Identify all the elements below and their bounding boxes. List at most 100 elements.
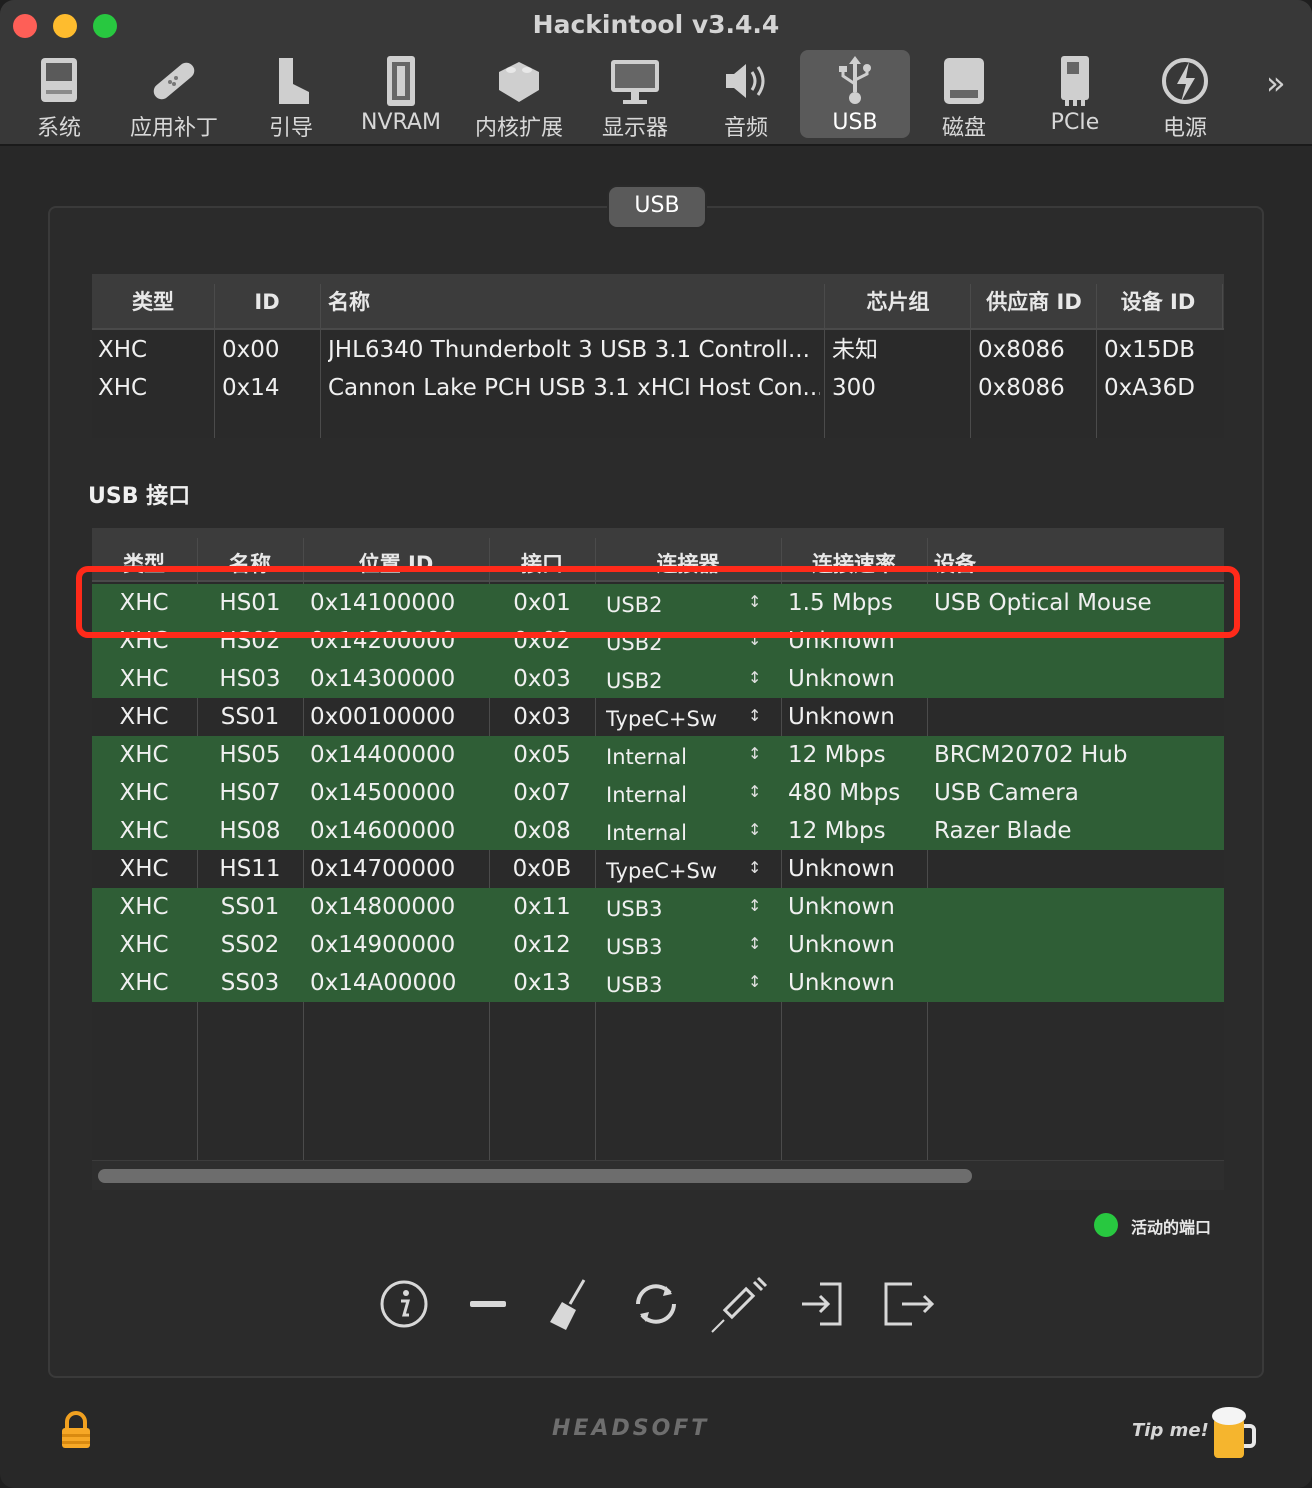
hackintool-window: Hackintool v3.4.4 系统 应用补丁 引导 NVRAM 内核扩展 … — [0, 0, 1312, 1488]
port-row[interactable]: XHC HS08 0x14600000 0x08 Internal 12 Mbps Raze… — [92, 812, 1224, 850]
toolbar-item-kext[interactable]: 内核扩展 — [464, 50, 574, 141]
chevron-updown-icon[interactable]: ↕ — [748, 812, 761, 850]
port-row[interactable]: XHC HS07 0x14500000 0x07 Internal 480 Mbps USB… — [92, 774, 1224, 812]
tip-me-label[interactable]: Tip me! — [1132, 1420, 1209, 1441]
highlight-box — [76, 566, 1240, 638]
port-connector-select[interactable]: Internal — [606, 738, 756, 776]
port-row[interactable]: XHC SS01 0x00100000 0x03 TypeC+Sw Unknown ↕ — [92, 698, 1224, 736]
controller-row[interactable]: XHC 0x14 Cannon Lake PCH USB 3.1 xHCI Ho… — [92, 369, 1224, 407]
column-header-name[interactable]: 名称 — [328, 274, 818, 330]
port-connector-select[interactable]: TypeC+Sw — [606, 700, 756, 738]
chevron-updown-icon[interactable]: ↕ — [748, 660, 761, 698]
port-connector-select[interactable]: TypeC+Sw — [606, 852, 756, 890]
controllers-table-header: 类型 ID 名称 芯片组 供应商 ID 设备 ID — [92, 274, 1224, 330]
scrollbar-thumb[interactable] — [98, 1169, 972, 1183]
port-name: SS01 — [220, 704, 280, 730]
controller-row[interactable]: XHC 0x00 JHL6340 Thunderbolt 3 USB 3.1 C… — [92, 331, 1224, 369]
port-row[interactable]: XHC HS05 0x14400000 0x05 Internal 12 Mbps BRCM… — [92, 736, 1224, 774]
toolbar-item-display[interactable]: 显示器 — [584, 50, 686, 141]
port-number: 0x07 — [513, 780, 571, 806]
port-connector-select[interactable]: USB3 — [606, 890, 756, 928]
port-location-id: 0x14300000 — [310, 666, 456, 692]
column-header-device-id[interactable]: 设备 ID — [1097, 274, 1219, 330]
controller-device-id: 0xA36D — [1104, 375, 1195, 401]
chevron-updown-icon[interactable]: ↕ — [748, 774, 761, 812]
port-device — [934, 964, 1218, 1002]
port-row[interactable]: XHC HS03 0x14300000 0x03 USB2 Unknown ↕ — [92, 660, 1224, 698]
port-row[interactable]: XHC HS11 0x14700000 0x0B TypeC+Sw Unknown ↕ — [92, 850, 1224, 888]
controller-name: JHL6340 Thunderbolt 3 USB 3.1 Controll..… — [328, 337, 810, 363]
toolbar-item-audio[interactable]: 音频 — [696, 50, 796, 141]
port-row[interactable]: XHC SS01 0x14800000 0x11 USB3 Unknown ↕ — [92, 888, 1224, 926]
port-type: XHC — [119, 666, 169, 692]
port-location-id: 0x14900000 — [310, 932, 456, 958]
port-device: Razer Blade — [934, 818, 1072, 844]
display-icon — [611, 60, 659, 104]
controller-type: XHC — [98, 375, 148, 401]
import-icon[interactable] — [794, 1274, 854, 1334]
toolbar-overflow-button[interactable]: » — [1266, 64, 1286, 102]
chevron-updown-icon[interactable]: ↕ — [748, 926, 761, 964]
toolbar-item-nvram[interactable]: NVRAM — [350, 50, 452, 138]
active-port-indicator — [1094, 1213, 1118, 1237]
column-header-type[interactable]: 类型 — [92, 274, 214, 330]
inject-icon[interactable] — [710, 1274, 770, 1334]
port-number: 0x05 — [513, 742, 571, 768]
info-icon[interactable] — [374, 1274, 434, 1334]
export-icon[interactable] — [878, 1274, 938, 1334]
port-connector-select[interactable]: USB3 — [606, 966, 756, 1004]
toolbar-item-patch[interactable]: 应用补丁 — [118, 50, 230, 141]
port-location-id: 0x14600000 — [310, 818, 456, 844]
column-header-id[interactable]: ID — [214, 274, 320, 330]
boot-icon — [279, 58, 309, 104]
refresh-icon[interactable] — [626, 1274, 686, 1334]
chevron-updown-icon[interactable]: ↕ — [748, 736, 761, 774]
column-divider — [1222, 284, 1223, 330]
toolbar-item-pcie[interactable]: PCIe — [1024, 50, 1126, 138]
clear-icon[interactable] — [540, 1274, 600, 1334]
active-port-legend-label: 活动的端口 — [1131, 1218, 1212, 1237]
lock-icon[interactable] — [58, 1410, 94, 1450]
port-speed: Unknown — [788, 894, 895, 920]
port-device — [934, 926, 1218, 964]
toolbar-item-power[interactable]: 电源 — [1134, 50, 1236, 141]
controller-chipset: 未知 — [832, 337, 878, 363]
port-speed: Unknown — [788, 932, 895, 958]
port-row[interactable]: XHC SS02 0x14900000 0x12 USB3 Unknown ↕ — [92, 926, 1224, 964]
port-connector-select[interactable]: USB2 — [606, 662, 756, 700]
port-number: 0x12 — [513, 932, 571, 958]
port-location-id: 0x14500000 — [310, 780, 456, 806]
headsoft-logo: HEADSOFT — [552, 1416, 710, 1441]
controllers-table[interactable]: 类型 ID 名称 芯片组 供应商 ID 设备 ID XHC 0x00 JHL63… — [92, 274, 1224, 438]
chevron-updown-icon[interactable]: ↕ — [748, 888, 761, 926]
controller-id: 0x00 — [222, 337, 280, 363]
toolbar-label: NVRAM — [361, 110, 441, 135]
chevron-updown-icon[interactable]: ↕ — [748, 964, 761, 1002]
chevron-updown-icon[interactable]: ↕ — [748, 698, 761, 736]
window-title: Hackintool v3.4.4 — [532, 10, 780, 39]
port-row[interactable]: XHC SS03 0x14A00000 0x13 USB3 Unknown ↕ — [92, 964, 1224, 1002]
controller-chipset: 300 — [832, 375, 876, 401]
port-connector-select[interactable]: Internal — [606, 776, 756, 814]
toolbar-item-usb[interactable]: USB — [800, 50, 910, 138]
port-name: SS01 — [220, 894, 280, 920]
port-connector-select[interactable]: USB3 — [606, 928, 756, 966]
horizontal-scrollbar[interactable] — [92, 1160, 1224, 1190]
port-name: SS03 — [220, 970, 280, 996]
chevron-updown-icon[interactable]: ↕ — [748, 850, 761, 888]
toolbar-label: 显示器 — [601, 116, 668, 141]
toolbar-item-disk[interactable]: 磁盘 — [914, 50, 1014, 141]
port-number: 0x03 — [513, 704, 571, 730]
group-tab-usb[interactable]: USB — [607, 185, 707, 229]
column-header-chipset[interactable]: 芯片组 — [825, 274, 971, 330]
remove-icon[interactable] — [458, 1274, 518, 1334]
column-header-vendor-id[interactable]: 供应商 ID — [971, 274, 1097, 330]
kext-icon — [499, 62, 539, 102]
port-device: BRCM20702 Hub — [934, 742, 1128, 768]
port-location-id: 0x14700000 — [310, 856, 456, 882]
toolbar-item-boot[interactable]: 引导 — [240, 50, 342, 141]
toolbar-label: USB — [832, 110, 878, 135]
toolbar-item-system[interactable]: 系统 — [8, 50, 110, 141]
beer-mug-icon[interactable] — [1210, 1404, 1256, 1460]
port-connector-select[interactable]: Internal — [606, 814, 756, 852]
